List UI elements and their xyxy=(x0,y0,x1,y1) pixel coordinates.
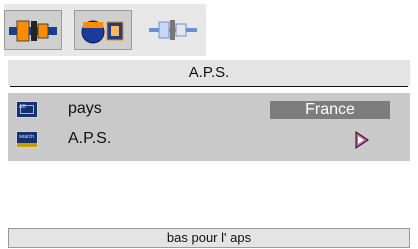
menu-panel: AB pays France search A.P.S. xyxy=(8,93,410,161)
menu-item-aps[interactable]: search A.P.S. xyxy=(8,128,410,152)
tab-tuner[interactable] xyxy=(74,10,132,50)
screen-icon: AB xyxy=(16,101,38,118)
connector-icon xyxy=(9,20,57,42)
top-tab-bar xyxy=(4,4,206,56)
status-bar: bas pour l' aps xyxy=(8,228,410,248)
connector-plug-icon xyxy=(149,20,197,40)
tab-connection[interactable] xyxy=(4,10,62,50)
menu-item-pays[interactable]: AB pays France xyxy=(8,98,410,122)
page-title: A.P.S. xyxy=(8,60,410,86)
arrow-right-icon[interactable] xyxy=(355,131,369,149)
tab-plug[interactable] xyxy=(144,10,202,50)
menu-item-label: A.P.S. xyxy=(68,130,112,147)
country-value[interactable]: France xyxy=(270,101,390,119)
menu-item-label: pays xyxy=(68,100,102,117)
tuner-knob-icon xyxy=(81,20,124,44)
title-rule-bottom xyxy=(10,86,408,87)
search-screen-icon: search xyxy=(16,131,38,148)
